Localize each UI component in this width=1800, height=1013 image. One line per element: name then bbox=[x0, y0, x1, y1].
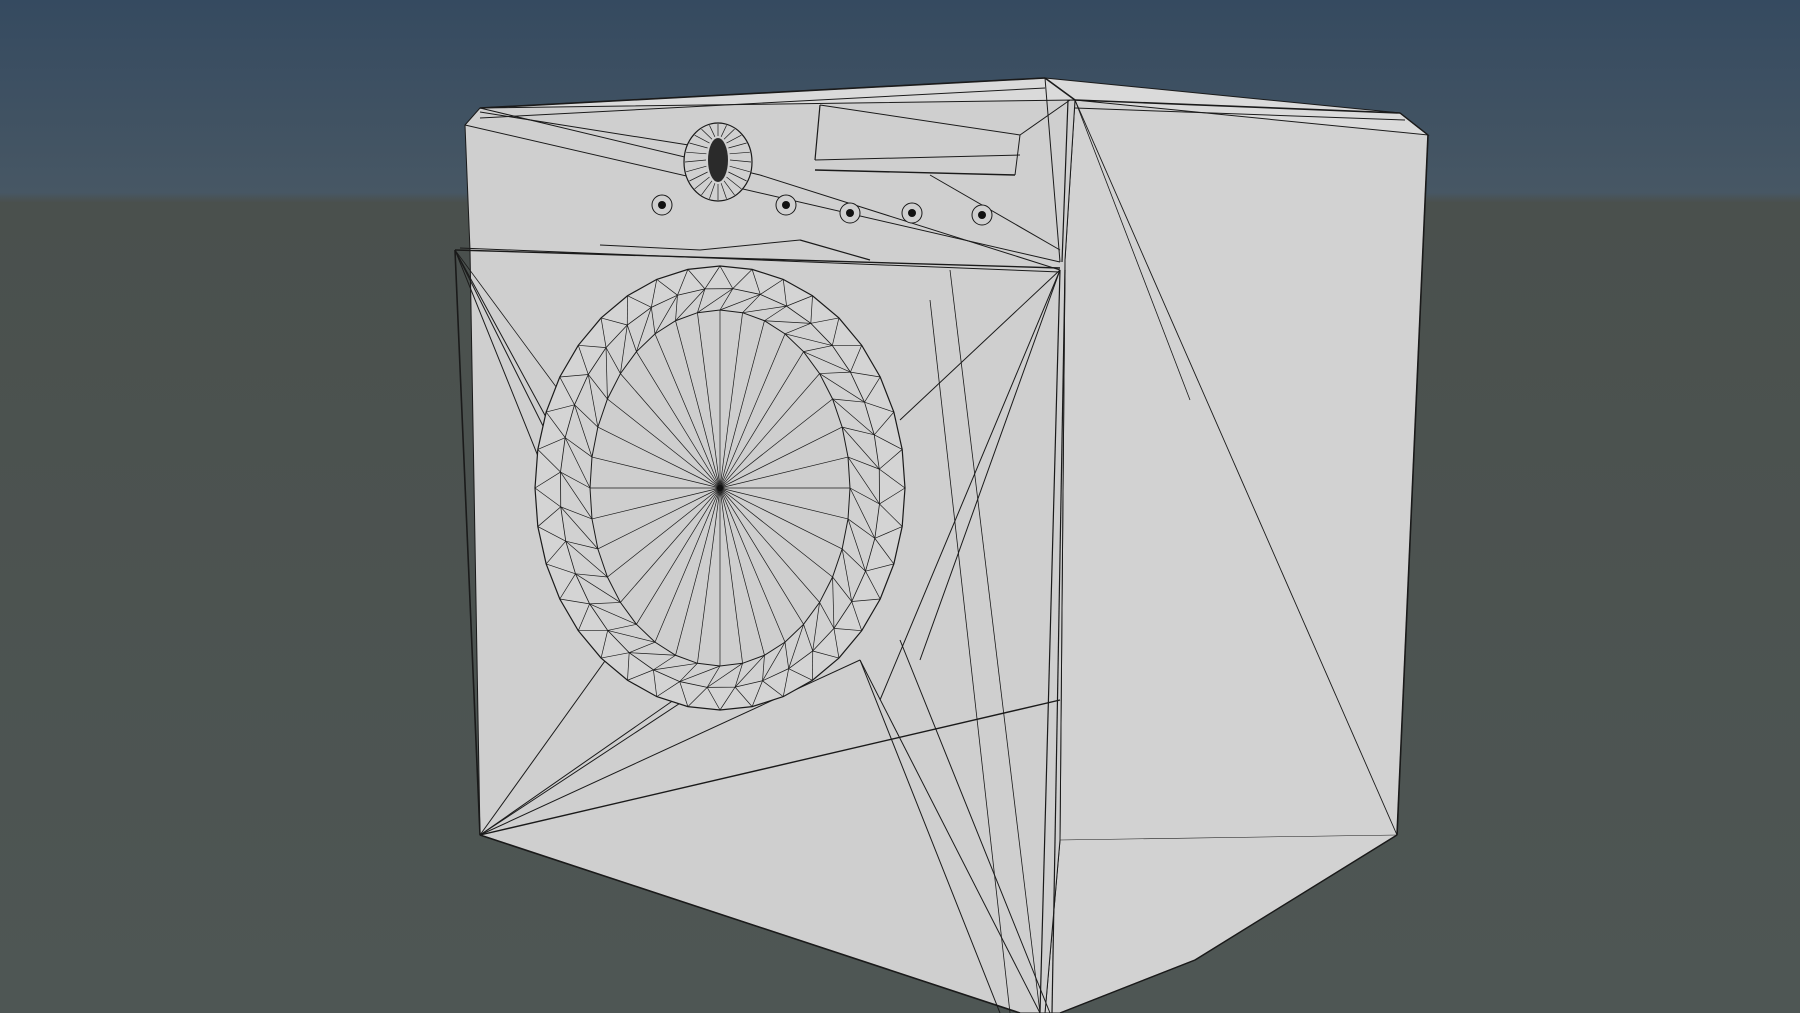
washing-machine-model[interactable] bbox=[454, 77, 1430, 1013]
button-1 bbox=[651, 194, 673, 216]
button-2 bbox=[775, 194, 797, 216]
button-3 bbox=[839, 202, 861, 224]
3d-viewport[interactable] bbox=[0, 0, 1800, 1013]
scene-canvas bbox=[0, 0, 1800, 1013]
knob-center bbox=[708, 138, 728, 182]
button-5 bbox=[971, 204, 993, 226]
button-4 bbox=[901, 202, 923, 224]
door-porthole bbox=[534, 265, 906, 711]
control-knob bbox=[683, 122, 753, 202]
door-center-vertex bbox=[717, 485, 723, 491]
